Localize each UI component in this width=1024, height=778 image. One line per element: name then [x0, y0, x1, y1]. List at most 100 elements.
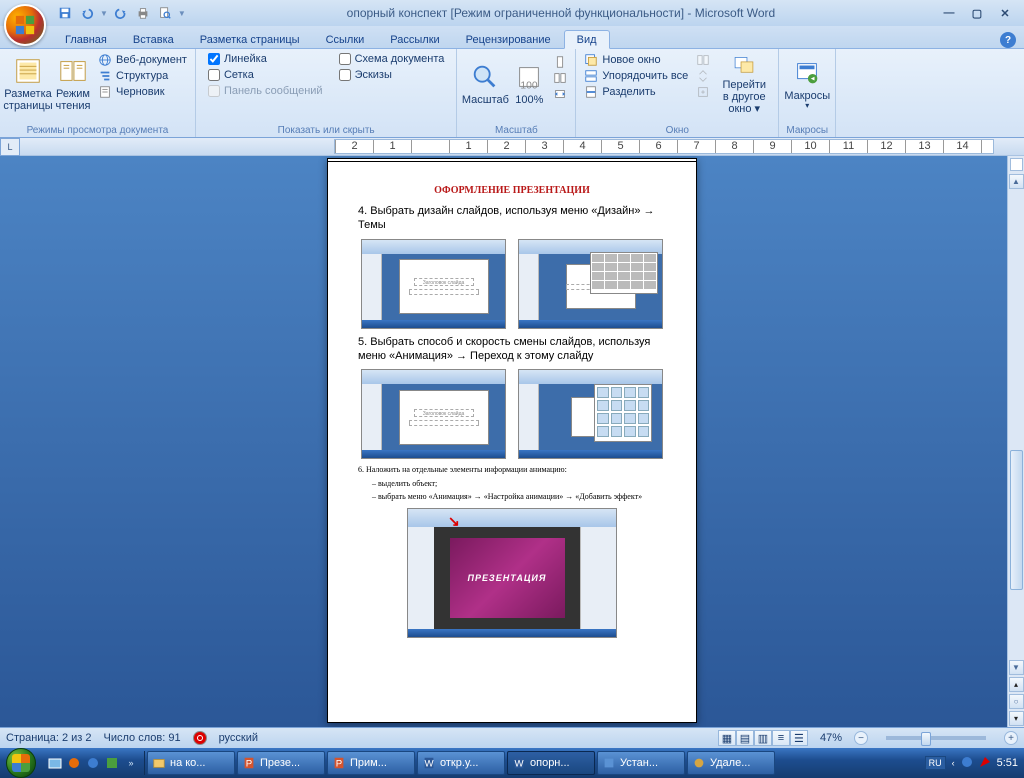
- outline-shortcut[interactable]: ≡: [772, 730, 790, 746]
- next-page-button[interactable]: ▾: [1009, 711, 1024, 726]
- switch-windows-button[interactable]: Перейти в другое окно ▾: [714, 51, 774, 117]
- zoom-out-button[interactable]: −: [854, 731, 868, 745]
- outline-button[interactable]: Структура: [98, 69, 187, 83]
- word-count[interactable]: Число слов: 91: [104, 732, 181, 744]
- tab-view[interactable]: Вид: [564, 30, 610, 49]
- zoom-group-label: Масштаб: [461, 124, 571, 137]
- ribbon-tabs: Главная Вставка Разметка страницы Ссылки…: [0, 26, 1024, 48]
- clock[interactable]: 5:51: [997, 757, 1018, 769]
- reading-view-button[interactable]: Режим чтения: [52, 51, 94, 117]
- minimize-button[interactable]: —: [936, 5, 962, 21]
- draft-shortcut[interactable]: ☰: [790, 730, 808, 746]
- vertical-scrollbar[interactable]: ▲ ▼ ▴ ○ ▾: [1007, 156, 1024, 727]
- tab-insert[interactable]: Вставка: [120, 30, 187, 48]
- taskbar-item-active[interactable]: Wопорн...: [507, 751, 595, 775]
- svg-text:100: 100: [521, 80, 538, 91]
- doc-step-6a: 6. Наложить на отдельные элементы информ…: [358, 465, 666, 475]
- ribbon: Разметка страницы Режим чтения Веб-докум…: [0, 48, 1024, 138]
- arrange-all-button[interactable]: Упорядочить все: [584, 69, 688, 83]
- zoom-in-button[interactable]: +: [1004, 731, 1018, 745]
- status-bar: Страница: 2 из 2 Число слов: 91 русский …: [0, 727, 1024, 748]
- doc-step-4: 4. Выбрать дизайн слайдов, используя мен…: [358, 204, 666, 233]
- ruler-area: L 21123456789101112131415161718: [0, 138, 1024, 156]
- save-icon[interactable]: [56, 4, 74, 22]
- zoom-value[interactable]: 47%: [820, 732, 842, 744]
- sync-scroll-button: [696, 69, 710, 83]
- undo-icon[interactable]: [78, 4, 96, 22]
- prev-page-button[interactable]: ▴: [1009, 677, 1024, 692]
- spell-check-icon[interactable]: [193, 731, 207, 745]
- windows-taskbar: » на ко... PПрезе... PПрим... Wоткр.у...…: [0, 748, 1024, 778]
- browse-object-button[interactable]: ○: [1009, 694, 1024, 709]
- print-icon[interactable]: [134, 4, 152, 22]
- page-width-button[interactable]: [553, 87, 567, 101]
- gridlines-checkbox[interactable]: Сетка: [208, 69, 323, 81]
- two-pages-button[interactable]: [553, 71, 567, 85]
- ruler-toggle-icon[interactable]: [1010, 158, 1023, 171]
- one-page-button[interactable]: [553, 55, 567, 69]
- reading-shortcut[interactable]: ▤: [736, 730, 754, 746]
- tab-review[interactable]: Рецензирование: [453, 30, 564, 48]
- split-button[interactable]: Разделить: [584, 85, 688, 99]
- zoom-slider[interactable]: [886, 736, 986, 740]
- ql-expand-icon[interactable]: »: [122, 751, 140, 775]
- maximize-button[interactable]: ▢: [964, 5, 990, 21]
- doc-step-6b: – выделить объект;: [372, 479, 666, 489]
- scroll-thumb[interactable]: [1010, 450, 1023, 590]
- print-layout-shortcut[interactable]: ▦: [718, 730, 736, 746]
- preview-icon[interactable]: [156, 4, 174, 22]
- ruler-checkbox[interactable]: Линейка: [208, 53, 323, 65]
- taskbar-item[interactable]: Удале...: [687, 751, 775, 775]
- document-page: ОФОРМЛЕНИЕ ПРЕЗЕНТАЦИИ 4. Выбрать дизайн…: [327, 158, 697, 723]
- taskbar-item[interactable]: PПрезе...: [237, 751, 325, 775]
- undo-dropdown-icon[interactable]: ▼: [100, 9, 108, 18]
- window-group-label: Окно: [580, 124, 774, 137]
- screenshot-thumb: [518, 369, 663, 459]
- reset-position-button: [696, 85, 710, 99]
- language-indicator[interactable]: русский: [219, 732, 258, 744]
- doc-step-5: 5. Выбрать способ и скорость смены слайд…: [358, 335, 666, 364]
- taskbar-item[interactable]: на ко...: [147, 751, 235, 775]
- title-bar: ▼ ▼ опорный конспект [Режим ограниченной…: [0, 0, 1024, 26]
- window-title: опорный конспект [Режим ограниченной фун…: [186, 6, 936, 20]
- tray-kaspersky-icon[interactable]: [979, 756, 991, 771]
- taskbar-item[interactable]: Устан...: [597, 751, 685, 775]
- office-button[interactable]: [4, 4, 46, 46]
- horizontal-ruler[interactable]: 21123456789101112131415161718: [334, 139, 994, 154]
- taskbar-item[interactable]: Wоткр.у...: [417, 751, 505, 775]
- zoom-button[interactable]: Масштаб: [461, 51, 509, 117]
- zoom-100-button[interactable]: 100100%: [509, 51, 549, 117]
- system-tray: RU ‹ 5:51: [921, 756, 1022, 771]
- help-icon[interactable]: ?: [1000, 32, 1016, 48]
- tray-icon[interactable]: [961, 756, 973, 771]
- page-layout-view-button[interactable]: Разметка страницы: [4, 51, 52, 117]
- qat-customize-icon[interactable]: ▼: [178, 9, 186, 18]
- macros-group-label: Макросы: [783, 124, 831, 137]
- draft-button[interactable]: Черновик: [98, 85, 187, 99]
- close-button[interactable]: ✕: [992, 5, 1018, 21]
- tab-home[interactable]: Главная: [52, 30, 120, 48]
- new-window-button[interactable]: Новое окно: [584, 53, 688, 67]
- tab-references[interactable]: Ссылки: [313, 30, 378, 48]
- ql-app-icon[interactable]: [65, 751, 83, 775]
- document-workspace[interactable]: ОФОРМЛЕНИЕ ПРЕЗЕНТАЦИИ 4. Выбрать дизайн…: [0, 156, 1024, 727]
- start-button[interactable]: [2, 748, 40, 778]
- macros-button[interactable]: Макросы▾: [783, 51, 831, 117]
- tab-mailings[interactable]: Рассылки: [377, 30, 452, 48]
- page-indicator[interactable]: Страница: 2 из 2: [6, 732, 92, 744]
- tab-selector[interactable]: L: [0, 138, 20, 156]
- redo-icon[interactable]: [112, 4, 130, 22]
- tab-layout[interactable]: Разметка страницы: [187, 30, 313, 48]
- web-layout-button[interactable]: Веб-документ: [98, 53, 187, 67]
- side-by-side-button: [696, 53, 710, 67]
- ql-app-icon[interactable]: [84, 751, 102, 775]
- scroll-down-button[interactable]: ▼: [1009, 660, 1024, 675]
- web-shortcut[interactable]: ▥: [754, 730, 772, 746]
- show-desktop-icon[interactable]: [46, 751, 64, 775]
- document-map-checkbox[interactable]: Схема документа: [339, 53, 445, 65]
- scroll-up-button[interactable]: ▲: [1009, 174, 1024, 189]
- tray-expand-icon[interactable]: ‹: [952, 758, 955, 768]
- thumbnails-checkbox[interactable]: Эскизы: [339, 69, 445, 81]
- taskbar-item[interactable]: PПрим...: [327, 751, 415, 775]
- ql-app-icon[interactable]: [103, 751, 121, 775]
